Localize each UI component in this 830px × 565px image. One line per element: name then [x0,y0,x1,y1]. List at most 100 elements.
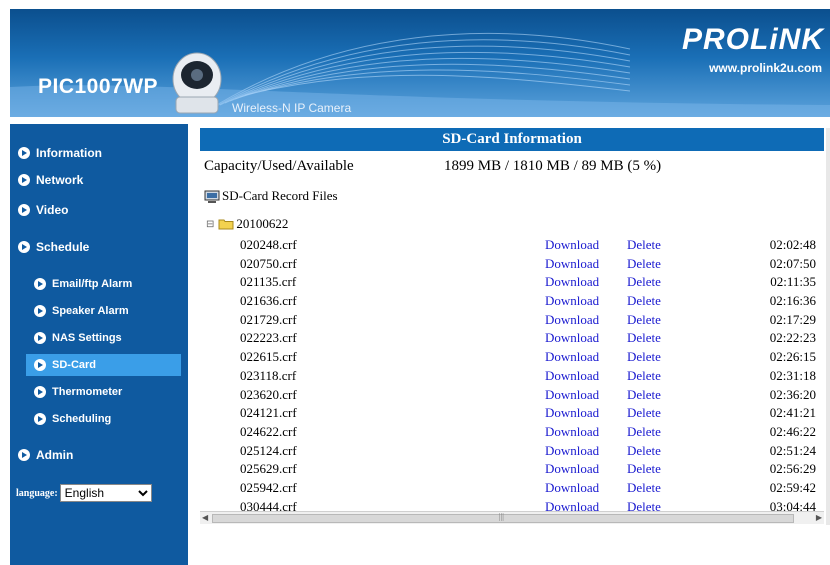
computer-icon [204,190,220,203]
download-link[interactable]: Download [545,237,599,253]
file-name: 020248.crf [240,237,297,252]
file-row: 025629.crf Download Delete 02:56:29 [200,459,824,478]
arrow-bullet-icon [18,449,30,461]
file-time: 02:36:20 [769,386,816,402]
sidebar-item-speaker-alarm[interactable]: Speaker Alarm [34,305,129,317]
file-time: 02:59:42 [769,479,816,495]
vertical-scrollbar[interactable] [826,128,830,525]
sidebar-item-sd-card[interactable]: SD-Card [26,354,181,376]
delete-link[interactable]: Delete [627,274,661,290]
download-link[interactable]: Download [545,293,599,309]
delete-link[interactable]: Delete [627,424,661,440]
file-name: 025124.crf [240,442,297,458]
download-link[interactable]: Download [545,387,599,403]
arrow-bullet-icon [34,359,46,371]
record-files-label: SD-Card Record Files [222,188,338,203]
sidebar-item-label: Scheduling [52,413,112,425]
main-panel: SD-Card Information Capacity/Used/Availa… [200,128,824,525]
delete-link[interactable]: Delete [627,312,661,328]
download-link[interactable]: Download [545,480,599,496]
delete-link[interactable]: Delete [627,405,661,421]
sidebar-item-label: Video [36,203,69,217]
sidebar-item-information[interactable]: Information [18,146,102,160]
folder-icon [218,219,234,230]
language-select[interactable]: English [59,484,152,502]
download-link[interactable]: Download [545,461,599,477]
sidebar-item-label: Thermometer [52,386,123,398]
delete-link[interactable]: Delete [627,368,661,384]
folder-node[interactable]: ⊟ 20100622 [206,216,288,232]
delete-link[interactable]: Delete [627,293,661,309]
file-time: 02:41:21 [769,405,816,421]
delete-link[interactable]: Delete [627,256,661,272]
sidebar-item-scheduling[interactable]: Scheduling [34,413,111,425]
delete-link[interactable]: Delete [627,237,661,253]
header-banner: PIC1007WP Wireless-N IP Camera PROLiNK w… [10,9,830,117]
sidebar-item-label: Network [36,173,84,187]
download-link[interactable]: Download [545,405,599,421]
delete-link[interactable]: Delete [627,349,661,365]
sidebar-item-label: NAS Settings [52,332,122,344]
language-selector: language: English [16,484,152,502]
file-time: 02:46:22 [769,423,816,439]
delete-link[interactable]: Delete [627,387,661,403]
sidebar-item-network[interactable]: Network [18,173,83,187]
camera-product-icon [172,52,222,114]
download-link[interactable]: Download [545,443,599,459]
file-name: 024121.crf [240,405,297,421]
sidebar-item-admin[interactable]: Admin [18,448,73,462]
arrow-bullet-icon [34,386,46,398]
download-link[interactable]: Download [545,312,599,328]
file-name: 022615.crf [240,349,297,365]
download-link[interactable]: Download [545,424,599,440]
sidebar-item-nas-settings[interactable]: NAS Settings [34,332,122,344]
file-time: 02:31:18 [769,367,816,383]
delete-link[interactable]: Delete [627,443,661,459]
collapse-toggle-icon[interactable]: ⊟ [206,219,214,230]
file-time: 02:02:48 [769,237,816,252]
download-link[interactable]: Download [545,330,599,346]
arrow-bullet-icon [18,174,30,186]
sidebar-item-label: Admin [36,448,74,462]
sidebar-item-label: Speaker Alarm [52,305,129,317]
arrow-bullet-icon [34,413,46,425]
arrow-bullet-icon [34,332,46,344]
file-name: 022223.crf [240,330,297,346]
sidebar-item-label: Schedule [36,240,90,254]
sidebar-item-email-ftp-alarm[interactable]: Email/ftp Alarm [34,278,132,290]
file-row: 024121.crf Download Delete 02:41:21 [200,403,824,422]
download-link[interactable]: Download [545,349,599,365]
scroll-right-icon[interactable]: ▶ [816,513,822,522]
delete-link[interactable]: Delete [627,461,661,477]
file-name: 030444.crf [240,498,297,511]
download-link[interactable]: Download [545,256,599,272]
delete-link[interactable]: Delete [627,499,661,511]
download-link[interactable]: Download [545,274,599,290]
file-name: 023620.crf [240,386,297,402]
language-label: language: [16,487,58,499]
file-name: 023118.crf [240,367,297,383]
file-row: 023118.crf Download Delete 02:31:18 [200,366,824,385]
arrow-bullet-icon [18,147,30,159]
sidebar-item-label: SD-Card [52,359,97,371]
scroll-left-icon[interactable]: ◀ [202,513,208,522]
file-time: 03:04:44 [769,498,816,511]
download-link[interactable]: Download [545,368,599,384]
delete-link[interactable]: Delete [627,330,661,346]
arrow-bullet-icon [34,305,46,317]
file-row: 024622.crf Download Delete 02:46:22 [200,422,824,441]
sidebar-item-label: Email/ftp Alarm [52,278,133,290]
scrollbar-thumb[interactable]: ||| [212,512,794,523]
sidebar-item-schedule[interactable]: Schedule [18,240,89,254]
download-link[interactable]: Download [545,499,599,511]
file-name: 025942.crf [240,479,297,495]
file-time: 02:07:50 [769,255,816,271]
horizontal-scrollbar[interactable]: ◀ ||| ▶ [200,511,824,524]
file-time: 02:51:24 [769,442,816,458]
sidebar-item-thermometer[interactable]: Thermometer [34,386,122,398]
scrollbar-grip-icon: ||| [499,512,504,521]
delete-link[interactable]: Delete [627,480,661,496]
arrow-bullet-icon [18,241,30,253]
file-name: 024622.crf [240,423,297,439]
sidebar-item-video[interactable]: Video [18,203,68,217]
